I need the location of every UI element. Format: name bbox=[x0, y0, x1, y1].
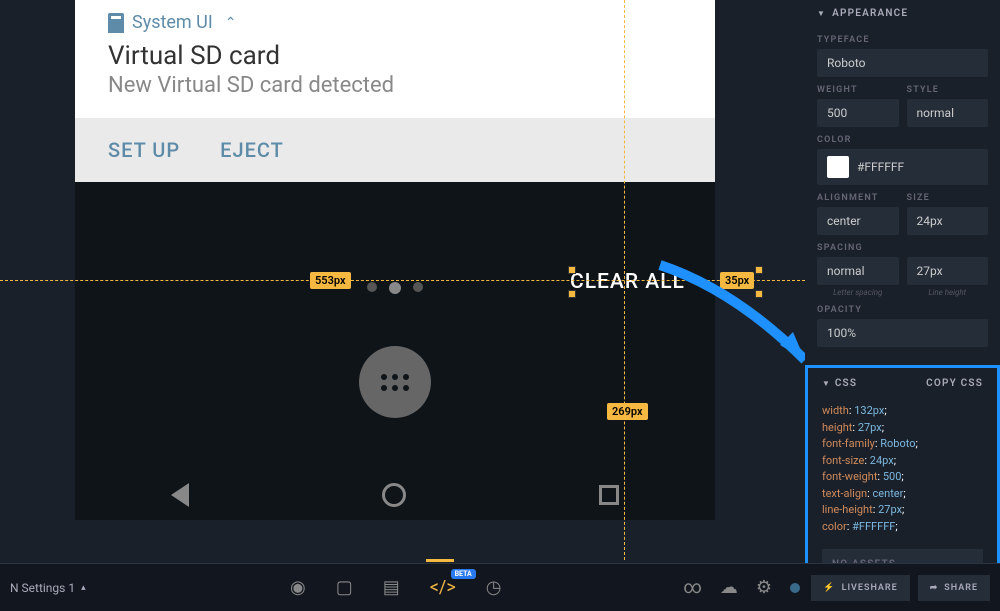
appearance-panel-body: TYPEFACE Roboto WEIGHT 500 STYLE normal … bbox=[805, 27, 1000, 357]
toolbar-right: ∞ ☁ ⚙ bbox=[683, 577, 800, 598]
css-code-block[interactable]: width: 132px;height: 27px;font-family: R… bbox=[808, 399, 997, 539]
note-icon[interactable]: ▤ bbox=[383, 577, 400, 598]
css-panel-header: ▼ CSS COPY CSS bbox=[808, 368, 997, 399]
liveshare-button[interactable]: ⚡ LIVESHARE bbox=[811, 575, 909, 601]
share-button[interactable]: ➦ SHARE bbox=[918, 575, 990, 601]
app-drawer-icon bbox=[381, 374, 409, 391]
notification-subtitle: New Virtual SD card detected bbox=[75, 71, 715, 118]
share-link-icon[interactable]: ∞ bbox=[683, 577, 702, 598]
selection-handle[interactable] bbox=[568, 266, 576, 274]
toolbar-actions: ⚡ LIVESHARE ➦ SHARE bbox=[811, 575, 990, 601]
horizontal-guide bbox=[0, 280, 805, 281]
typeface-label: TYPEFACE bbox=[817, 27, 988, 49]
canvas-area: System UI ⌃ Virtual SD card New Virtual … bbox=[0, 0, 805, 560]
spacing-label: SPACING bbox=[817, 235, 988, 257]
color-label: COLOR bbox=[817, 127, 988, 149]
typeface-input[interactable]: Roboto bbox=[817, 49, 988, 77]
chevron-up-icon: ▴ bbox=[81, 583, 86, 593]
cloud-icon[interactable]: ☁ bbox=[720, 577, 738, 598]
device-canvas[interactable]: System UI ⌃ Virtual SD card New Virtual … bbox=[75, 0, 715, 520]
alignment-label: ALIGNMENT bbox=[817, 185, 899, 207]
clear-all-text[interactable]: CLEAR ALL bbox=[570, 270, 685, 294]
lineheight-input[interactable]: 27px bbox=[907, 257, 989, 285]
style-input[interactable]: normal bbox=[907, 99, 989, 127]
setup-button[interactable]: SET UP bbox=[108, 138, 180, 162]
color-input[interactable]: #FFFFFF bbox=[817, 149, 988, 185]
recent-icon[interactable] bbox=[599, 485, 619, 505]
measure-right: 35px bbox=[720, 272, 754, 289]
home-icon[interactable] bbox=[382, 483, 406, 507]
back-icon[interactable] bbox=[171, 483, 189, 507]
notification-actions: SET UP EJECT bbox=[75, 118, 715, 182]
measure-bottom: 269px bbox=[607, 403, 648, 420]
lineheight-sublabel: Line height bbox=[907, 288, 989, 297]
properties-sidebar: ▼ APPEARANCE TYPEFACE Roboto WEIGHT 500 … bbox=[805, 0, 1000, 611]
sd-card-icon bbox=[108, 13, 124, 33]
notification-title: Virtual SD card bbox=[75, 41, 715, 71]
selection-handle[interactable] bbox=[755, 290, 763, 298]
notification-card[interactable]: System UI ⌃ Virtual SD card New Virtual … bbox=[75, 0, 715, 182]
notification-app-name: System UI bbox=[132, 12, 213, 33]
css-title[interactable]: ▼ CSS bbox=[822, 378, 857, 389]
style-label: STYLE bbox=[907, 77, 989, 99]
notification-header: System UI ⌃ bbox=[75, 0, 715, 41]
toolbar-center: ◉ ▢ ▤ </> BETA ◷ bbox=[290, 577, 501, 598]
weight-input[interactable]: 500 bbox=[817, 99, 899, 127]
weight-label: WEIGHT bbox=[817, 77, 899, 99]
selection-handle[interactable] bbox=[755, 266, 763, 274]
preview-icon[interactable]: ◉ bbox=[290, 577, 306, 598]
beta-badge: BETA bbox=[451, 569, 476, 579]
spacing-input[interactable]: normal bbox=[817, 257, 899, 285]
opacity-label: OPACITY bbox=[817, 297, 988, 319]
inspect-icon[interactable]: </> BETA bbox=[430, 577, 456, 598]
spacing-sublabel: Letter spacing bbox=[817, 288, 899, 297]
app-drawer-button[interactable] bbox=[359, 346, 431, 418]
css-panel: ▼ CSS COPY CSS width: 132px;height: 27px… bbox=[805, 365, 1000, 591]
appearance-panel-header[interactable]: ▼ APPEARANCE bbox=[805, 0, 1000, 27]
eject-button[interactable]: EJECT bbox=[220, 138, 284, 162]
chevron-up-icon[interactable]: ⌃ bbox=[225, 15, 237, 31]
page-dot-active[interactable] bbox=[389, 282, 401, 294]
page-dot[interactable] bbox=[413, 282, 423, 292]
size-label: SIZE bbox=[907, 185, 989, 207]
status-indicator[interactable] bbox=[790, 583, 800, 593]
selection-handle[interactable] bbox=[568, 290, 576, 298]
history-icon[interactable]: ◷ bbox=[486, 577, 502, 598]
gear-icon[interactable]: ⚙ bbox=[756, 577, 772, 598]
measure-left: 553px bbox=[310, 272, 351, 289]
bottom-toolbar: N Settings 1 ▴ ◉ ▢ ▤ </> BETA ◷ ∞ ☁ ⚙ ⚡ … bbox=[0, 563, 1000, 611]
size-input[interactable]: 24px bbox=[907, 207, 989, 235]
artboard-selector[interactable]: N Settings 1 ▴ bbox=[0, 581, 86, 595]
color-swatch[interactable] bbox=[827, 156, 849, 178]
opacity-input[interactable]: 100% bbox=[817, 319, 988, 347]
arrow-icon: ➦ bbox=[930, 583, 939, 593]
comment-icon[interactable]: ▢ bbox=[336, 577, 353, 598]
android-nav-bar bbox=[75, 470, 715, 520]
collapse-icon: ▼ bbox=[817, 9, 826, 18]
bolt-icon: ⚡ bbox=[823, 583, 835, 593]
page-dot[interactable] bbox=[367, 282, 377, 292]
alignment-input[interactable]: center bbox=[817, 207, 899, 235]
copy-css-button[interactable]: COPY CSS bbox=[926, 378, 983, 389]
